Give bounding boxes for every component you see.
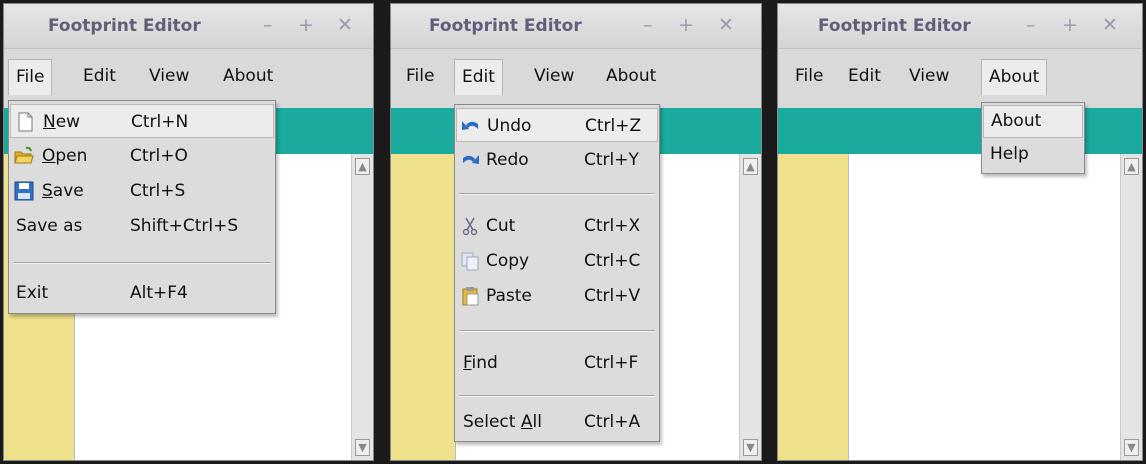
menu-view[interactable]: View <box>142 59 196 95</box>
scroll-down-icon[interactable]: ▼ <box>355 439 370 456</box>
scroll-up-icon[interactable]: ▲ <box>1124 158 1139 175</box>
minimize-icon[interactable]: – <box>263 15 273 35</box>
menu-item-select-all[interactable]: Select All Ctrl+A <box>456 405 658 439</box>
undo-icon <box>462 121 478 130</box>
menu-about[interactable]: About <box>981 59 1048 95</box>
editor-window-edit-menu: Footprint Editor – + ✕ File Edit View Ab… <box>390 3 762 461</box>
close-icon[interactable]: ✕ <box>718 15 734 35</box>
menu-view[interactable]: View <box>902 59 956 95</box>
menu-edit[interactable]: Edit <box>841 59 888 95</box>
menu-bar: File Edit View About <box>391 53 761 101</box>
about-dropdown-menu: About Help <box>981 102 1085 174</box>
title-bar: Footprint Editor – + ✕ <box>778 4 1142 49</box>
menu-separator <box>459 395 655 397</box>
edit-dropdown-menu: Undo Ctrl+Z Redo Ctrl+Y Cut Ctrl+X Copy … <box>454 104 660 442</box>
scroll-down-icon[interactable]: ▼ <box>743 439 758 456</box>
window-title: Footprint Editor <box>429 16 582 36</box>
editor-area[interactable] <box>848 154 1120 460</box>
open-folder-icon <box>14 146 34 164</box>
menu-separator <box>13 262 271 264</box>
scroll-up-icon[interactable]: ▲ <box>355 158 370 175</box>
menu-file[interactable]: File <box>8 59 53 95</box>
menu-file[interactable]: File <box>788 59 830 95</box>
redo-icon <box>463 155 479 164</box>
menu-separator <box>459 330 655 332</box>
paste-clipboard-icon <box>462 287 479 306</box>
editor-window-about-menu: Footprint Editor – + ✕ File Edit View Ab… <box>777 3 1143 461</box>
scissors-icon <box>462 217 478 236</box>
menu-item-new[interactable]: New Ctrl+N <box>10 104 274 138</box>
menu-edit[interactable]: Edit <box>76 59 123 95</box>
menu-item-paste[interactable]: Paste Ctrl+V <box>456 279 658 313</box>
menu-about[interactable]: About <box>216 59 280 95</box>
menu-view[interactable]: View <box>527 59 581 95</box>
minimize-icon[interactable]: – <box>1026 15 1036 35</box>
vertical-scrollbar[interactable]: ▲ ▼ <box>351 154 373 460</box>
maximize-icon[interactable]: + <box>678 15 694 35</box>
menu-item-save[interactable]: Save Ctrl+S <box>10 174 274 208</box>
ruler-bar <box>778 108 1142 154</box>
vertical-scrollbar[interactable]: ▲ ▼ <box>739 154 761 460</box>
file-dropdown-menu: New Ctrl+N Open Ctrl+O Save Ctrl+S Save … <box>8 100 276 314</box>
window-title: Footprint Editor <box>48 16 201 36</box>
menu-edit[interactable]: Edit <box>454 59 503 95</box>
menu-item-exit[interactable]: Exit Alt+F4 <box>10 276 274 310</box>
scroll-down-icon[interactable]: ▼ <box>1124 439 1139 456</box>
title-bar: Footprint Editor – + ✕ <box>391 4 761 49</box>
new-document-icon <box>18 112 33 132</box>
menu-bar: File Edit View About <box>4 53 373 101</box>
menu-item-help[interactable]: Help <box>983 139 1083 172</box>
vertical-scrollbar[interactable]: ▲ ▼ <box>1120 154 1142 460</box>
line-gutter <box>391 154 455 460</box>
scroll-up-icon[interactable]: ▲ <box>743 158 758 175</box>
menu-separator <box>459 193 655 195</box>
menu-about[interactable]: About <box>599 59 663 95</box>
save-floppy-icon <box>14 181 34 201</box>
menu-item-find[interactable]: Find Ctrl+F <box>456 346 658 380</box>
title-bar: Footprint Editor – + ✕ <box>4 4 373 49</box>
close-icon[interactable]: ✕ <box>337 15 353 35</box>
line-gutter <box>778 154 848 460</box>
editor-window-file-menu: Footprint Editor – + ✕ File Edit View Ab… <box>3 3 374 461</box>
minimize-icon[interactable]: – <box>643 15 653 35</box>
maximize-icon[interactable]: + <box>298 15 314 35</box>
copy-icon <box>461 252 479 271</box>
menu-item-cut[interactable]: Cut Ctrl+X <box>456 209 658 243</box>
menu-item-undo[interactable]: Undo Ctrl+Z <box>456 108 658 142</box>
maximize-icon[interactable]: + <box>1062 15 1078 35</box>
menu-item-about[interactable]: About <box>983 105 1083 138</box>
menu-file[interactable]: File <box>399 59 441 95</box>
menu-item-copy[interactable]: Copy Ctrl+C <box>456 244 658 278</box>
menu-item-redo[interactable]: Redo Ctrl+Y <box>456 143 658 177</box>
close-icon[interactable]: ✕ <box>1102 15 1118 35</box>
menu-bar: File Edit View About <box>778 53 1142 101</box>
window-title: Footprint Editor <box>818 16 971 36</box>
menu-item-save-as[interactable]: Save as Shift+Ctrl+S <box>10 209 274 243</box>
menu-item-open[interactable]: Open Ctrl+O <box>10 139 274 173</box>
